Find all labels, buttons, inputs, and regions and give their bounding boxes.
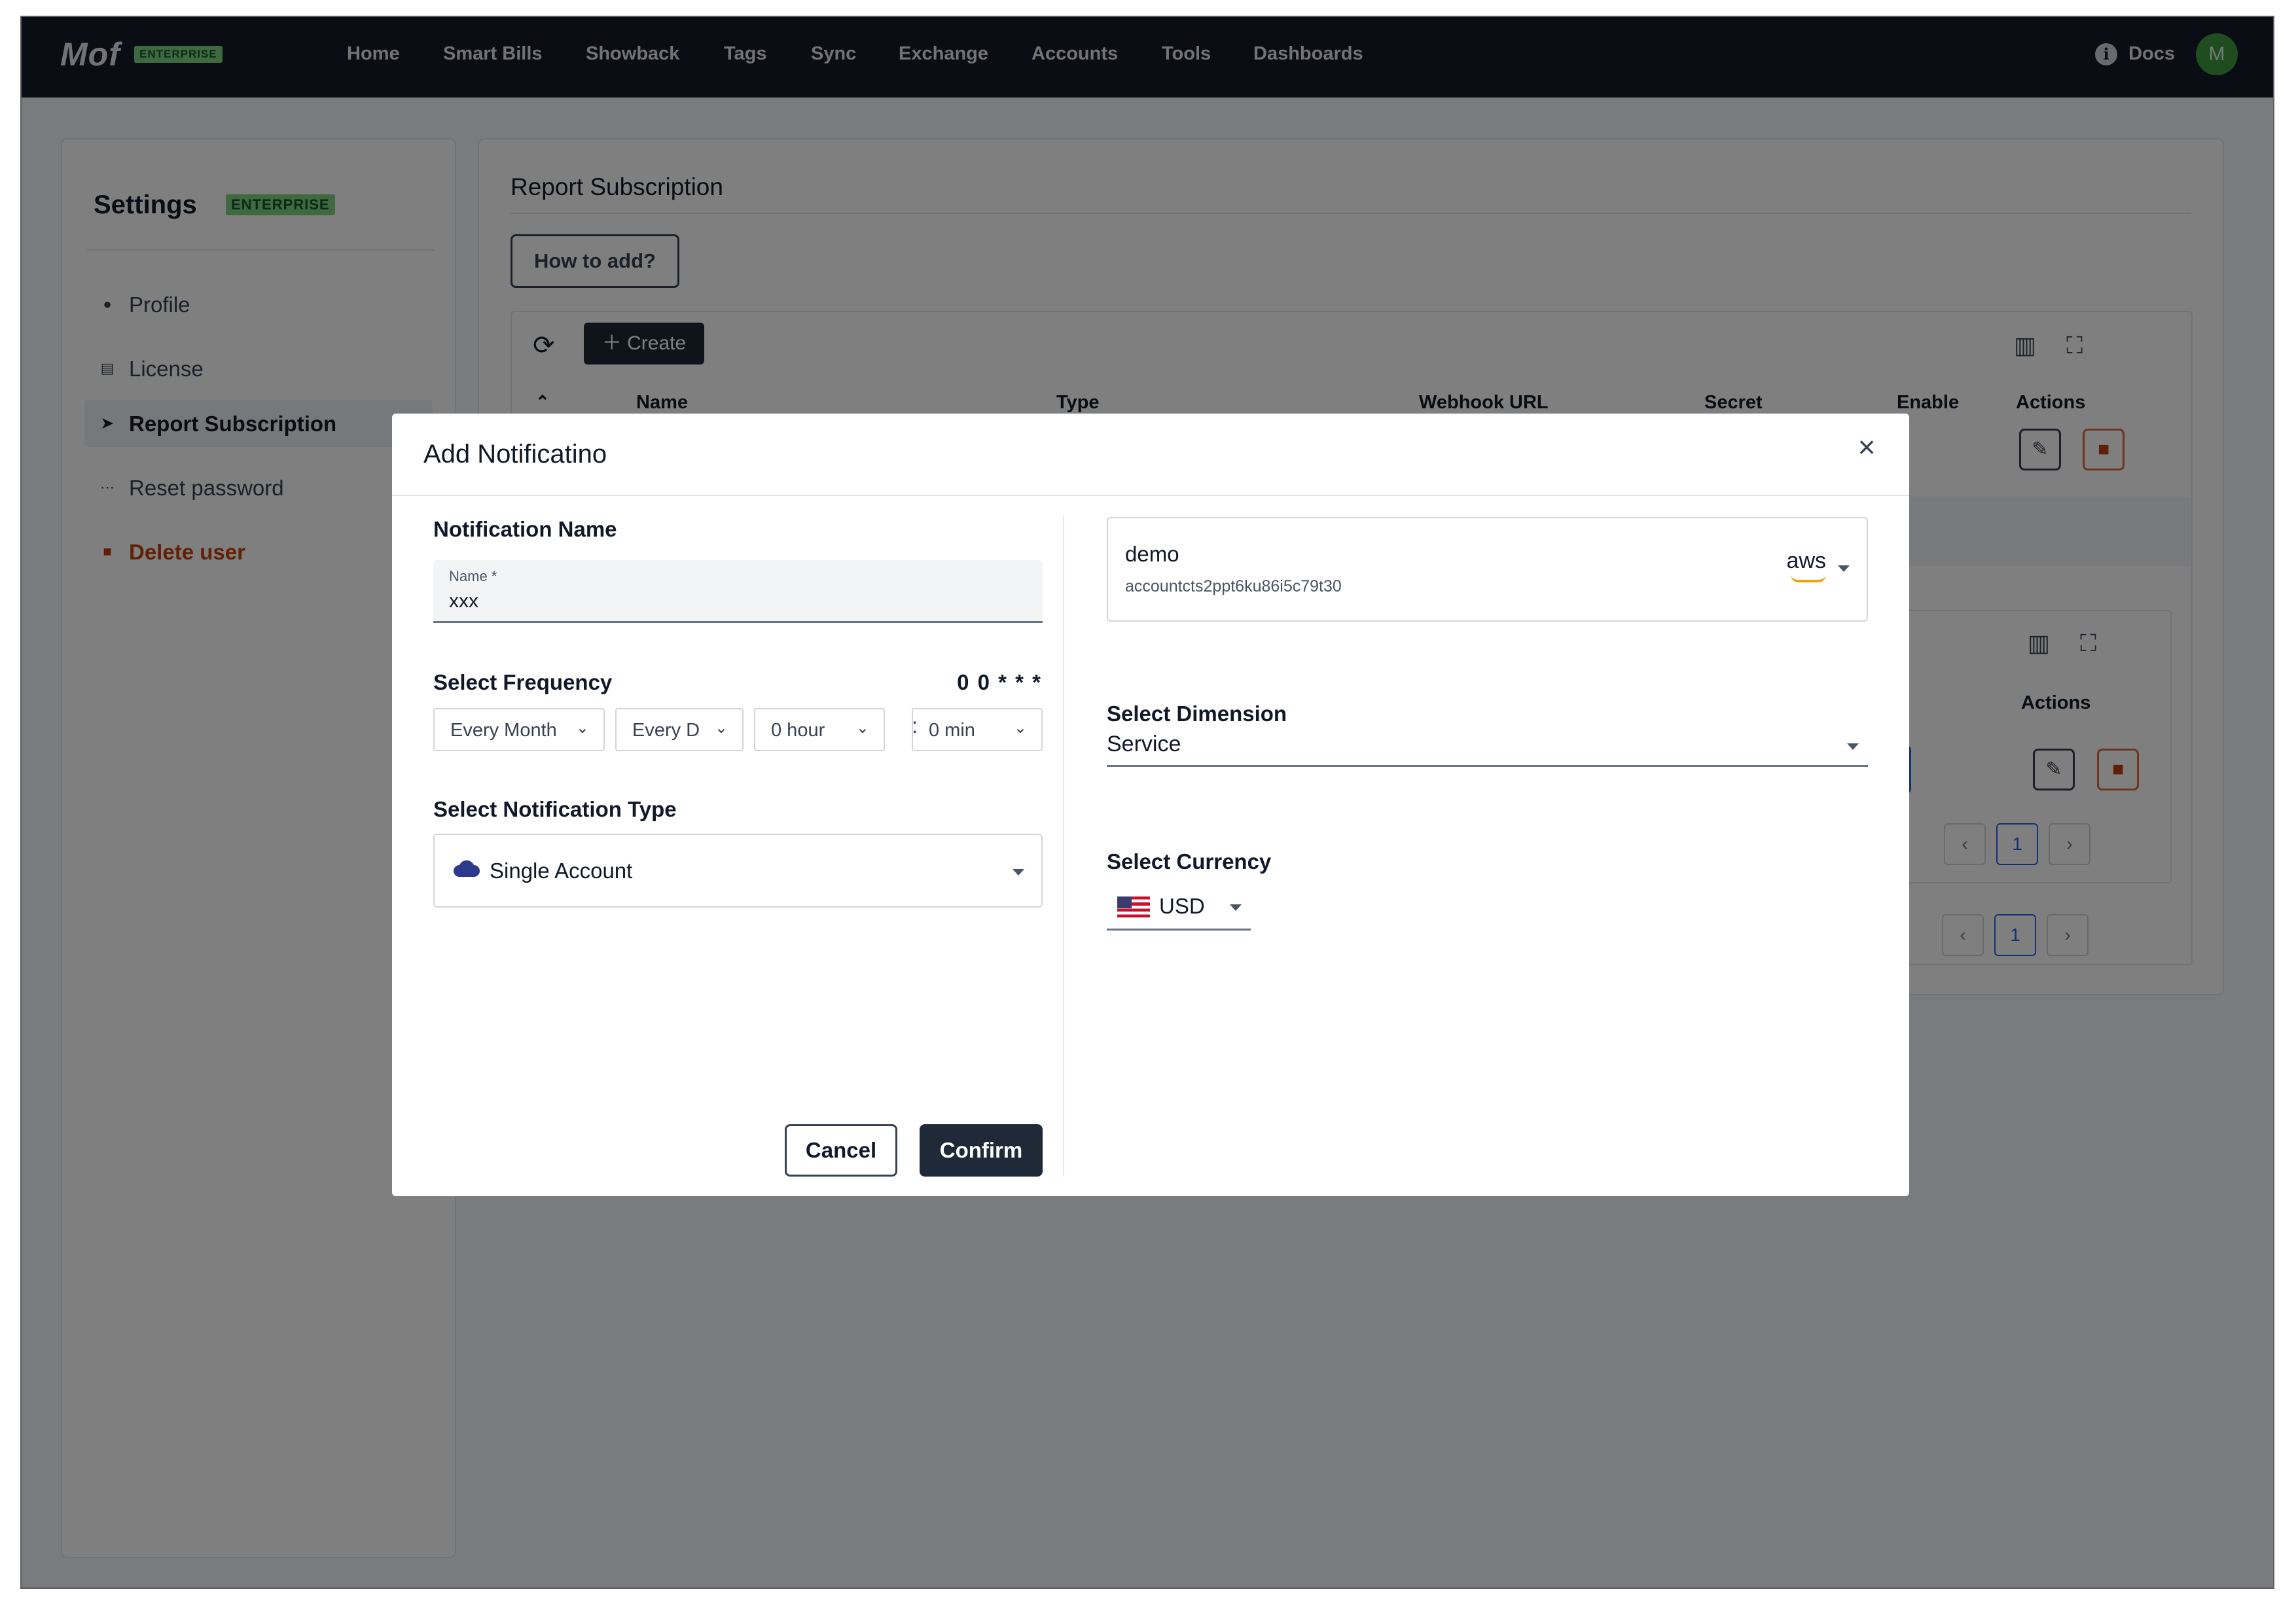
minute-select-value: 0 min — [929, 720, 975, 741]
add-notification-dialog: Add Notificatino × Notification Name Nam… — [392, 414, 1909, 1196]
caret-down-icon — [1838, 565, 1850, 572]
frequency-label: Select Frequency — [433, 670, 613, 694]
caret-down-icon — [1230, 904, 1242, 911]
notification-type-select[interactable]: Single Account — [433, 834, 1043, 908]
hour-select-value: 0 hour — [771, 720, 825, 741]
notification-type-label: Select Notification Type — [433, 797, 677, 821]
month-select[interactable]: Every Month ⌄ — [433, 708, 605, 751]
aws-logo: aws — [1786, 548, 1826, 573]
confirm-button[interactable]: Confirm — [920, 1124, 1043, 1177]
divider — [1063, 516, 1064, 1177]
cloud-icon — [454, 860, 480, 877]
aws-smile-icon — [1791, 575, 1826, 582]
divider — [392, 495, 1909, 496]
caret-down-icon — [1847, 743, 1859, 750]
name-field-label: Name * — [449, 568, 497, 584]
dimension-select[interactable]: Service — [1107, 726, 1868, 767]
currency-value: USD — [1159, 894, 1205, 918]
chevron-down-icon: ⌄ — [1013, 719, 1027, 737]
chevron-down-icon: ⌄ — [575, 719, 589, 737]
currency-label: Select Currency — [1107, 849, 1272, 874]
name-value: xxx — [449, 590, 478, 612]
month-select-value: Every Month — [450, 720, 557, 741]
hour-select[interactable]: 0 hour ⌄ — [754, 708, 885, 751]
close-icon[interactable]: × — [1850, 431, 1883, 463]
cancel-button[interactable]: Cancel — [785, 1124, 897, 1177]
us-flag-icon — [1117, 896, 1150, 917]
cron-expression: 0 0 * * * — [957, 670, 1042, 694]
app-window: Mof ENTERPRISE Home Smart Bills Showback… — [20, 16, 2274, 1589]
dialog-title: Add Notificatino — [423, 440, 607, 469]
dimension-label: Select Dimension — [1107, 701, 1287, 726]
currency-select[interactable]: USD — [1107, 885, 1251, 931]
dimension-value: Service — [1107, 732, 1181, 756]
minute-select[interactable]: 0 min ⌄ — [912, 708, 1043, 751]
chevron-down-icon: ⌄ — [714, 719, 728, 737]
chevron-down-icon: ⌄ — [855, 719, 869, 737]
name-input[interactable]: Name * xxx — [433, 560, 1043, 623]
account-name: demo — [1125, 542, 1179, 566]
day-select-value: Every D — [632, 720, 700, 741]
notification-name-label: Notification Name — [433, 517, 617, 541]
account-id: accountcts2ppt6ku86i5c79t30 — [1125, 577, 1342, 595]
account-select[interactable]: demo accountcts2ppt6ku86i5c79t30 aws — [1107, 517, 1868, 622]
day-select[interactable]: Every D ⌄ — [615, 708, 744, 751]
caret-down-icon — [1013, 869, 1024, 876]
notification-type-value: Single Account — [490, 859, 633, 883]
